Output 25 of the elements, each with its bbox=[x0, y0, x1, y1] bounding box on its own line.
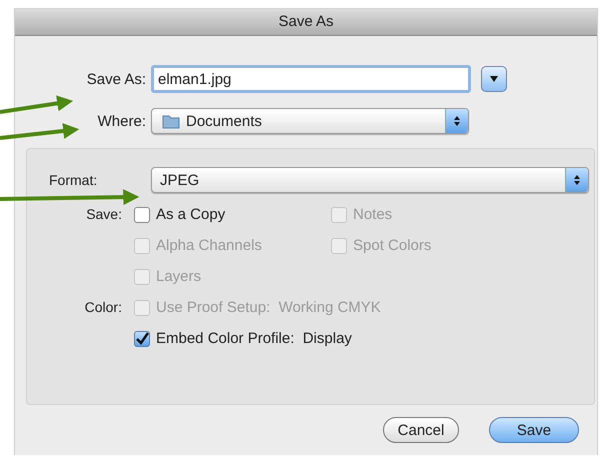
folder-icon bbox=[162, 114, 180, 128]
checkbox-label: Embed Color Profile: Display bbox=[156, 330, 352, 347]
save-button[interactable]: Save bbox=[489, 417, 579, 443]
stepper-icon bbox=[453, 115, 461, 127]
section-label: Save: bbox=[85, 205, 123, 224]
window-title: Save As bbox=[15, 9, 597, 36]
field-label: Format: bbox=[48, 172, 98, 188]
cancel-button[interactable]: Cancel bbox=[383, 417, 459, 443]
triangle-icon bbox=[489, 75, 499, 83]
filename-field[interactable]: elman1.jpg bbox=[151, 65, 471, 93]
checkbox-label: Use Proof Setup: Working CMYK bbox=[156, 299, 381, 316]
field-label: Save As: bbox=[86, 70, 147, 88]
checkbox-label: Notes bbox=[353, 206, 392, 223]
location-popup[interactable]: Documents bbox=[151, 108, 469, 134]
checkbox-label: Spot Colors bbox=[353, 237, 432, 254]
checkbox[interactable] bbox=[134, 206, 150, 222]
checkbox[interactable] bbox=[134, 330, 150, 346]
checkbox-label: Layers bbox=[156, 268, 202, 285]
checkbox-label: As a Copy bbox=[156, 206, 226, 223]
checkbox-label: Alpha Channels bbox=[156, 237, 262, 254]
expand-button[interactable] bbox=[481, 66, 507, 92]
format-popup[interactable]: JPEG bbox=[151, 167, 589, 193]
section-label: Color: bbox=[84, 298, 123, 317]
field-label: Where: bbox=[96, 112, 147, 130]
stepper-icon bbox=[573, 174, 581, 186]
